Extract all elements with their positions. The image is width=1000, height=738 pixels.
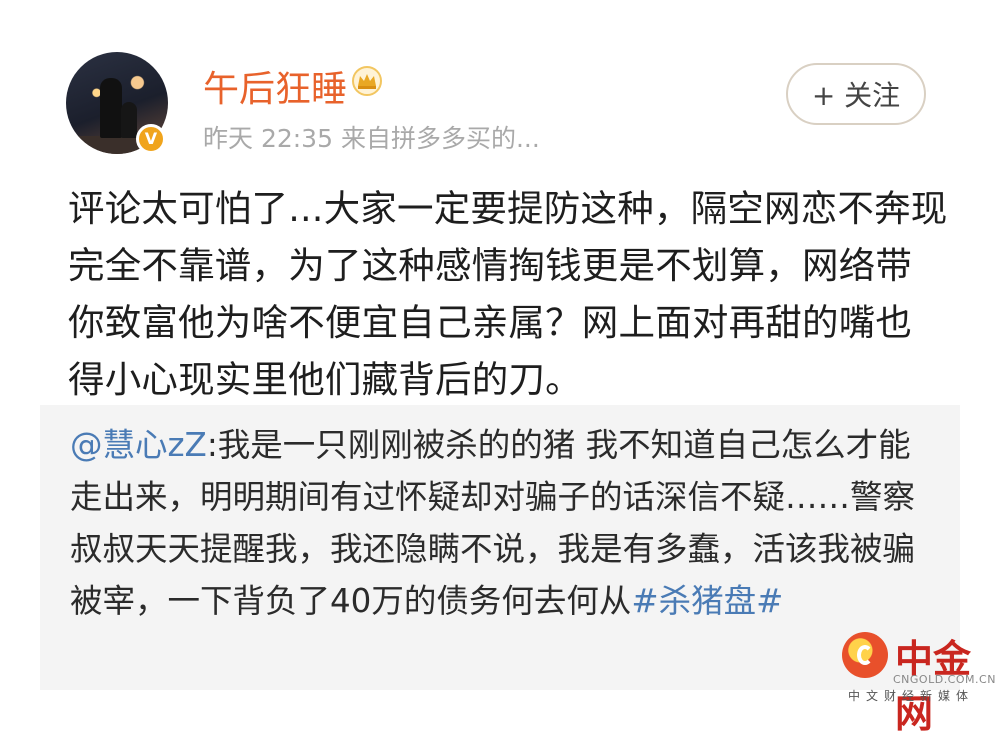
follow-button[interactable]: + 关注 — [786, 63, 926, 125]
crown-icon — [352, 66, 382, 96]
post-meta: 昨天 22:35 来自拼多多买的... — [203, 124, 540, 153]
avatar-figure-adult — [100, 78, 122, 138]
verified-badge-icon: V — [136, 124, 166, 154]
watermark-logo-icon — [842, 632, 888, 678]
mention-link[interactable]: @慧心zZ — [70, 426, 207, 464]
hashtag-link[interactable]: #杀猪盘# — [631, 582, 783, 620]
watermark-logo-mark — [857, 645, 873, 665]
post-text: 评论太可怕了...大家一定要提防这种，隔空网恋不奔现完全不靠谱，为了这种感情掏钱… — [68, 187, 948, 401]
watermark-subtitle: 中文财经新媒体 — [848, 689, 975, 703]
repost-text: @慧心zZ:我是一只刚刚被杀的的猪 我不知道自己怎么才能走出来，明明期间有过怀疑… — [70, 419, 940, 627]
repost-card[interactable]: @慧心zZ:我是一只刚刚被杀的的猪 我不知道自己怎么才能走出来，明明期间有过怀疑… — [40, 405, 960, 690]
username[interactable]: 午后狂睡 — [203, 60, 347, 112]
watermark-url: CNGOLD.COM.CN — [893, 673, 996, 686]
avatar-figure-child — [121, 102, 137, 138]
